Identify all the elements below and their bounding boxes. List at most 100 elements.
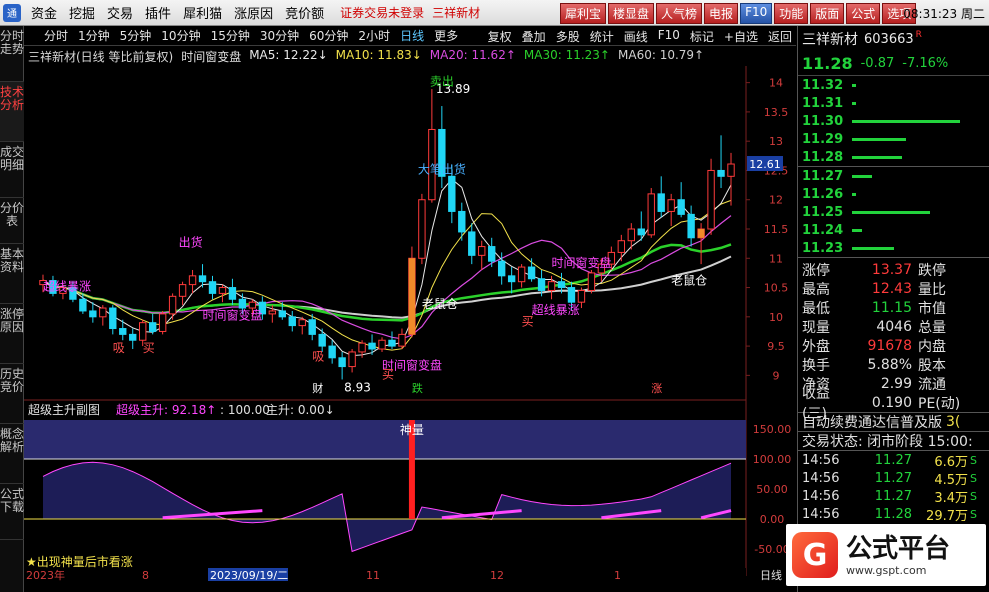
- candle-body: [537, 278, 546, 291]
- order-book-row[interactable]: 11.24: [798, 221, 989, 239]
- menu-item-trade[interactable]: 交易: [101, 3, 139, 22]
- sub-tick-label: 150.00: [753, 423, 792, 436]
- app-logo-icon[interactable]: 通: [3, 3, 21, 22]
- period-tab-3[interactable]: 10分钟: [161, 27, 200, 44]
- candle: [647, 188, 655, 238]
- period-bar: 分时 1分钟 5分钟 10分钟 15分钟 30分钟 60分钟 2小时 日线 更多 复权 叠加 多股 统计…: [24, 26, 796, 46]
- kline-chart[interactable]: 99.51010.51111.51212.51313.51412.6113.89…: [24, 46, 796, 592]
- tool-button-layout[interactable]: 版面: [810, 3, 845, 24]
- stat-value: 5.88%: [867, 356, 912, 373]
- highlight-candle: [408, 258, 416, 335]
- trade-side: S: [970, 453, 977, 467]
- date-label: 1: [614, 569, 621, 582]
- chart-tool-4[interactable]: 画线: [624, 28, 648, 45]
- order-price: 11.24: [802, 222, 844, 238]
- order-book-row[interactable]: 11.32: [798, 76, 989, 94]
- news-ticker[interactable]: 自动续费通达信普及版 3(: [798, 412, 989, 431]
- order-price: 11.23: [802, 240, 844, 256]
- chart-tool-3[interactable]: 统计: [590, 28, 614, 45]
- order-book-row[interactable]: 11.27: [798, 167, 989, 185]
- period-tab-7[interactable]: 2小时: [358, 27, 390, 44]
- tool-button-xilibao[interactable]: 犀利宝: [560, 3, 607, 24]
- tool-button-loupan[interactable]: 楼显盘: [608, 3, 655, 24]
- tool-button-popularity[interactable]: 人气榜: [656, 3, 703, 24]
- candle-body: [657, 193, 665, 212]
- menu-item-xilimao[interactable]: 犀利猫: [177, 3, 228, 22]
- candle-body: [139, 322, 147, 341]
- candle-body: [388, 339, 396, 347]
- candle-body: [507, 275, 516, 283]
- chart-tool-6[interactable]: 标记: [690, 28, 714, 45]
- trade-status: 交易状态: 闭市阶段 15:00:: [798, 431, 989, 450]
- menu-item-limit-reason[interactable]: 涨原因: [228, 3, 279, 22]
- order-book-row[interactable]: 11.26: [798, 185, 989, 203]
- stat-label: 换手: [802, 357, 830, 374]
- left-tab-2[interactable]: 成交明细: [0, 142, 24, 198]
- menu-item-auction[interactable]: 竞价额: [279, 3, 330, 22]
- candle-body: [218, 287, 227, 294]
- candle-body: [488, 246, 496, 262]
- price-tick-label: 11: [769, 252, 783, 265]
- period-tab-1[interactable]: 1分钟: [78, 27, 110, 44]
- candle-body: [298, 319, 306, 327]
- chart-tool-1[interactable]: 叠加: [522, 28, 546, 45]
- order-volume-bar: [852, 120, 960, 123]
- date-axis-bg: [24, 568, 746, 582]
- left-tab-8[interactable]: 公式下载: [0, 484, 24, 540]
- chart-tool-8[interactable]: 返回: [768, 28, 792, 45]
- menu-item-mining[interactable]: 挖掘: [63, 3, 101, 22]
- tool-button-formula[interactable]: 公式: [846, 3, 881, 24]
- left-tab-5[interactable]: 涨停原因: [0, 304, 24, 364]
- chart-tool-7[interactable]: +自选: [724, 28, 758, 45]
- tool-button-function[interactable]: 功能: [774, 3, 809, 24]
- menu-item-funds[interactable]: 资金: [25, 3, 63, 22]
- period-tab-0[interactable]: 分时: [44, 27, 68, 44]
- candle-body: [448, 175, 456, 212]
- candle-body: [458, 210, 466, 233]
- big-sell-label: 大笔出货: [418, 161, 466, 176]
- candle-body: [677, 199, 685, 215]
- menu-item-plugin[interactable]: 插件: [139, 3, 177, 22]
- order-book-row[interactable]: 11.29: [798, 130, 989, 148]
- order-book-row[interactable]: 11.25: [798, 203, 989, 221]
- period-tab-6[interactable]: 60分钟: [309, 27, 348, 44]
- period-tab-4[interactable]: 15分钟: [211, 27, 250, 44]
- candle-body: [358, 342, 366, 353]
- period-tab-2[interactable]: 5分钟: [120, 27, 152, 44]
- candle-body: [238, 298, 247, 309]
- candle-body: [268, 310, 277, 315]
- candle-body: [617, 240, 626, 253]
- left-tab-6[interactable]: 历史竞价: [0, 364, 24, 424]
- clock: 08:31:23 周二: [903, 7, 985, 21]
- period-tab-8[interactable]: 日线: [400, 27, 424, 44]
- candle-body: [119, 328, 127, 335]
- candle-body: [468, 231, 476, 256]
- candle-body: [288, 316, 296, 327]
- tool-button-f10[interactable]: F10: [740, 3, 773, 24]
- date-label: 12: [490, 569, 504, 582]
- left-tab-3[interactable]: 分价表: [0, 198, 24, 244]
- chart-tool-5[interactable]: F10: [658, 28, 680, 45]
- order-book-row[interactable]: 11.23: [798, 239, 989, 257]
- left-tab-1[interactable]: 技术分析: [0, 82, 24, 142]
- date-label: 8: [142, 569, 149, 582]
- tool-button-telegraph[interactable]: 电报: [704, 3, 739, 24]
- chart-tool-0[interactable]: 复权: [488, 28, 512, 45]
- left-tab-7[interactable]: 概念解析: [0, 424, 24, 484]
- candle-body: [79, 298, 87, 312]
- order-price: 11.25: [802, 204, 844, 220]
- left-tab-4[interactable]: 基本资料: [0, 244, 24, 304]
- order-book-row[interactable]: 11.30: [798, 112, 989, 130]
- order-book-row[interactable]: 11.31: [798, 94, 989, 112]
- login-notice[interactable]: 证券交易未登录: [340, 4, 424, 21]
- candle-body: [188, 275, 197, 286]
- sub-value-3: 主升: 0.00↓: [266, 403, 335, 417]
- candle-body: [398, 333, 406, 347]
- price-change: -0.87: [860, 56, 895, 71]
- more-periods-button[interactable]: 更多: [434, 27, 458, 44]
- left-tab-0[interactable]: 分时走势: [0, 26, 24, 82]
- order-book-row[interactable]: 11.28: [798, 148, 989, 166]
- indicator-name[interactable]: 时间窗变盘: [181, 48, 241, 65]
- chart-tool-2[interactable]: 多股: [556, 28, 580, 45]
- period-tab-5[interactable]: 30分钟: [260, 27, 299, 44]
